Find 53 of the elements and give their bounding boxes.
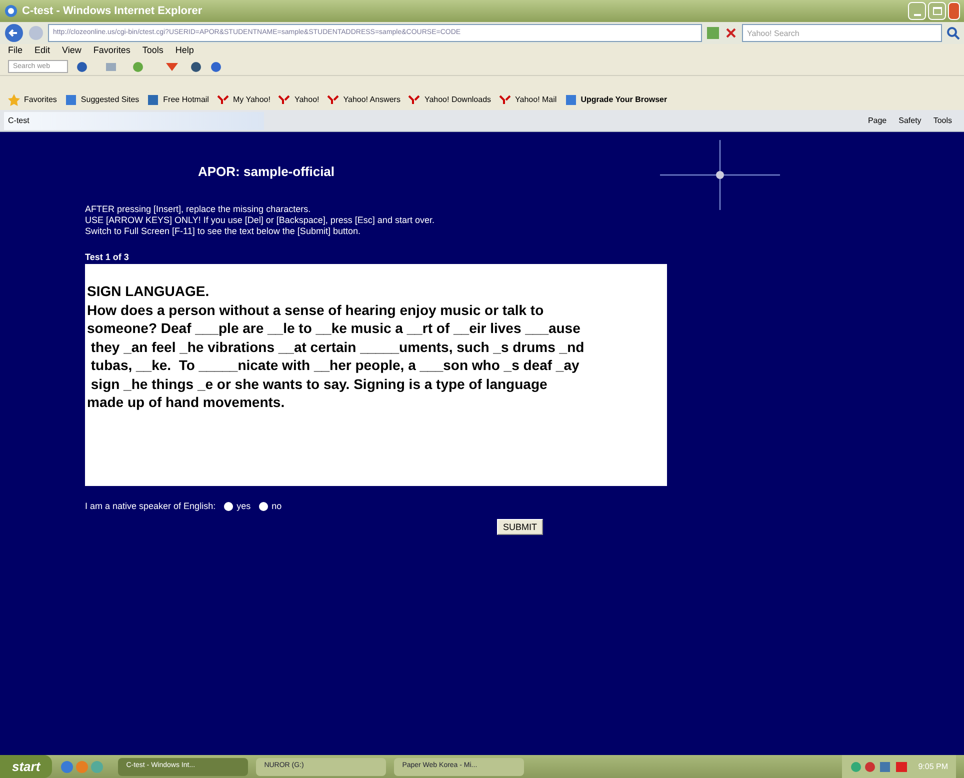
page-icon xyxy=(64,94,77,106)
favorite-link[interactable]: Yahoo! Downloads xyxy=(424,94,492,106)
instruction-text: USE [ARROW KEYS] ONLY! If you use [Del] or [Backspace], press [Esc] and start over. xyxy=(85,214,434,226)
y-logo-icon xyxy=(216,95,229,105)
favorite-link[interactable]: Suggested Sites xyxy=(80,94,140,106)
page-heading: APOR: sample-official xyxy=(197,163,335,181)
search-icon[interactable] xyxy=(946,26,960,40)
radio-button[interactable] xyxy=(224,502,233,512)
favorite-link[interactable]: Upgrade Your Browser xyxy=(580,94,668,106)
clock: 9:05 PM xyxy=(918,760,948,772)
radio-button[interactable] xyxy=(258,502,268,512)
close-button[interactable] xyxy=(948,2,960,20)
minimize-icon xyxy=(914,14,920,16)
question-text: I am a native speaker of English: xyxy=(85,500,216,513)
page-icon xyxy=(564,94,577,106)
radio-label: no xyxy=(272,500,282,513)
maximize-icon xyxy=(932,7,942,15)
favorite-link[interactable]: My Yahoo! xyxy=(232,94,270,106)
favorite-link[interactable]: Yahoo! xyxy=(294,94,320,106)
menu-item[interactable]: Favorites xyxy=(93,44,130,58)
menu-item[interactable]: Tools xyxy=(142,44,164,58)
browser-tab[interactable]: C-test xyxy=(4,112,264,130)
answer-box[interactable] xyxy=(85,264,667,486)
y-logo-icon xyxy=(408,95,420,105)
submit-button[interactable]: SUBMIT xyxy=(497,519,544,536)
page-icon xyxy=(147,94,160,106)
star-icon xyxy=(8,94,20,106)
window-title: C-test - Windows Internet Explorer xyxy=(22,4,202,19)
instruction-text: AFTER pressing [Insert], replace the missing characters. xyxy=(85,204,311,214)
y-logo-icon xyxy=(278,95,290,105)
favorite-link[interactable]: Favorites xyxy=(24,94,57,106)
browser-icon xyxy=(4,4,18,18)
back-icon[interactable] xyxy=(4,23,24,43)
y-logo-icon xyxy=(499,95,512,105)
search-field[interactable]: Yahoo! Search xyxy=(742,24,942,42)
menu-item[interactable]: Edit xyxy=(34,44,50,58)
command-menu[interactable]: Safety xyxy=(898,114,922,126)
instruction-text: Switch to Full Screen [F-11] to see the text below the [Submit] button. xyxy=(85,226,360,236)
passage-text: SIGN LANGUAGE. How does a person without a sense of hearing enjoy music or talk to someone? Deaf ___ple are __le to __ke music a __rt of __eir lives ___ause they _an feel _he vibrations __at certain _____uments, such _s drums _nd tubas, __ke. To _____nicate with __her people, a ___son who _s deaf _ay sign _he things _e or she wants to say. Signing is a type of language made up of hand movements. xyxy=(87,282,584,412)
menu-item[interactable]: File xyxy=(8,44,23,58)
command-menu[interactable]: Tools xyxy=(933,114,952,126)
test-label: Test 1 of 3 xyxy=(85,250,129,264)
sparkle-icon xyxy=(660,140,780,210)
menu-item[interactable]: Help xyxy=(175,44,194,58)
start-button[interactable]: start xyxy=(0,755,52,778)
favorite-link[interactable]: Yahoo! Answers xyxy=(343,94,400,106)
favorite-link[interactable]: Yahoo! Mail xyxy=(515,94,557,106)
favorite-link[interactable]: Free Hotmail xyxy=(163,94,209,106)
radio-label: yes xyxy=(236,500,251,513)
stop-icon[interactable] xyxy=(724,26,738,40)
y-logo-icon xyxy=(327,95,340,105)
menu-item[interactable]: View xyxy=(62,44,82,58)
command-menu[interactable]: Page xyxy=(868,114,887,126)
